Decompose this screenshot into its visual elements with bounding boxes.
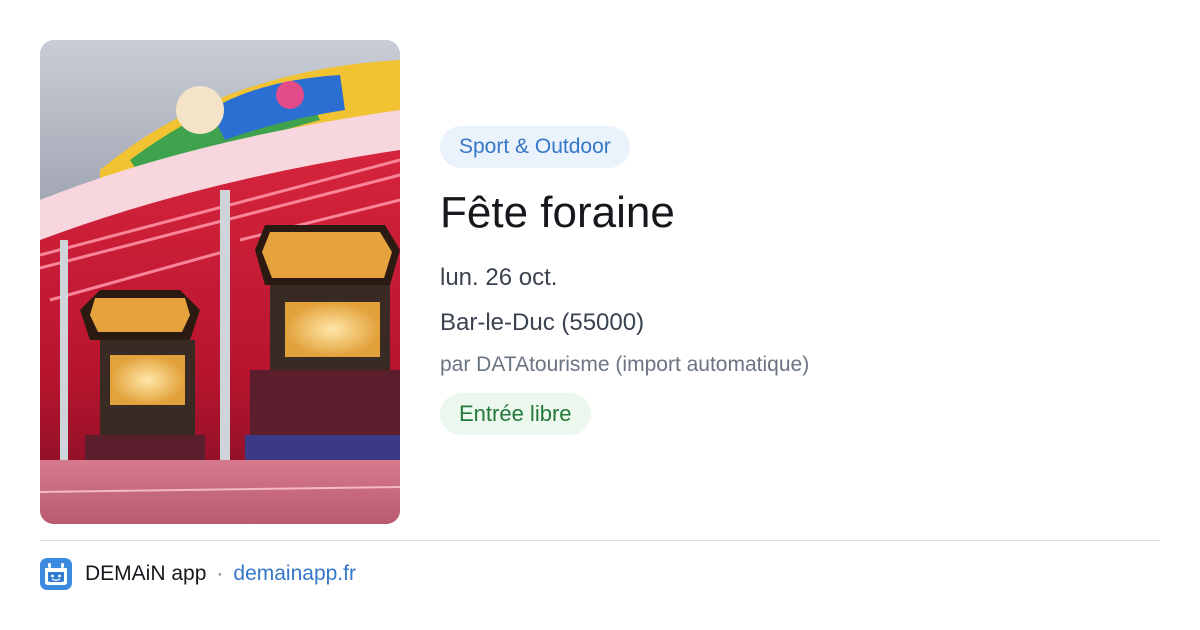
event-location: Bar-le-Duc (55000) (440, 309, 645, 336)
price-badge: Entrée libre (440, 393, 591, 435)
demain-logo-icon (40, 558, 72, 590)
event-title: Fête foraine (440, 188, 675, 237)
website-link[interactable]: demainapp.fr (233, 562, 356, 586)
category-badge: Sport & Outdoor (440, 126, 630, 168)
event-source: par DATAtourisme (import automatique) (440, 353, 810, 376)
event-info: Sport & Outdoor Fête foraine lun. 26 oct… (440, 126, 1160, 435)
event-photo (40, 40, 400, 524)
event-date: lun. 26 oct. (440, 264, 558, 291)
footer-divider (40, 540, 1160, 541)
fairground-arcade-illustration (40, 40, 400, 524)
footer: DEMAiN app · demainapp.fr (40, 558, 356, 590)
app-name: DEMAiN app (85, 562, 207, 585)
footer-separator: · (216, 562, 224, 585)
